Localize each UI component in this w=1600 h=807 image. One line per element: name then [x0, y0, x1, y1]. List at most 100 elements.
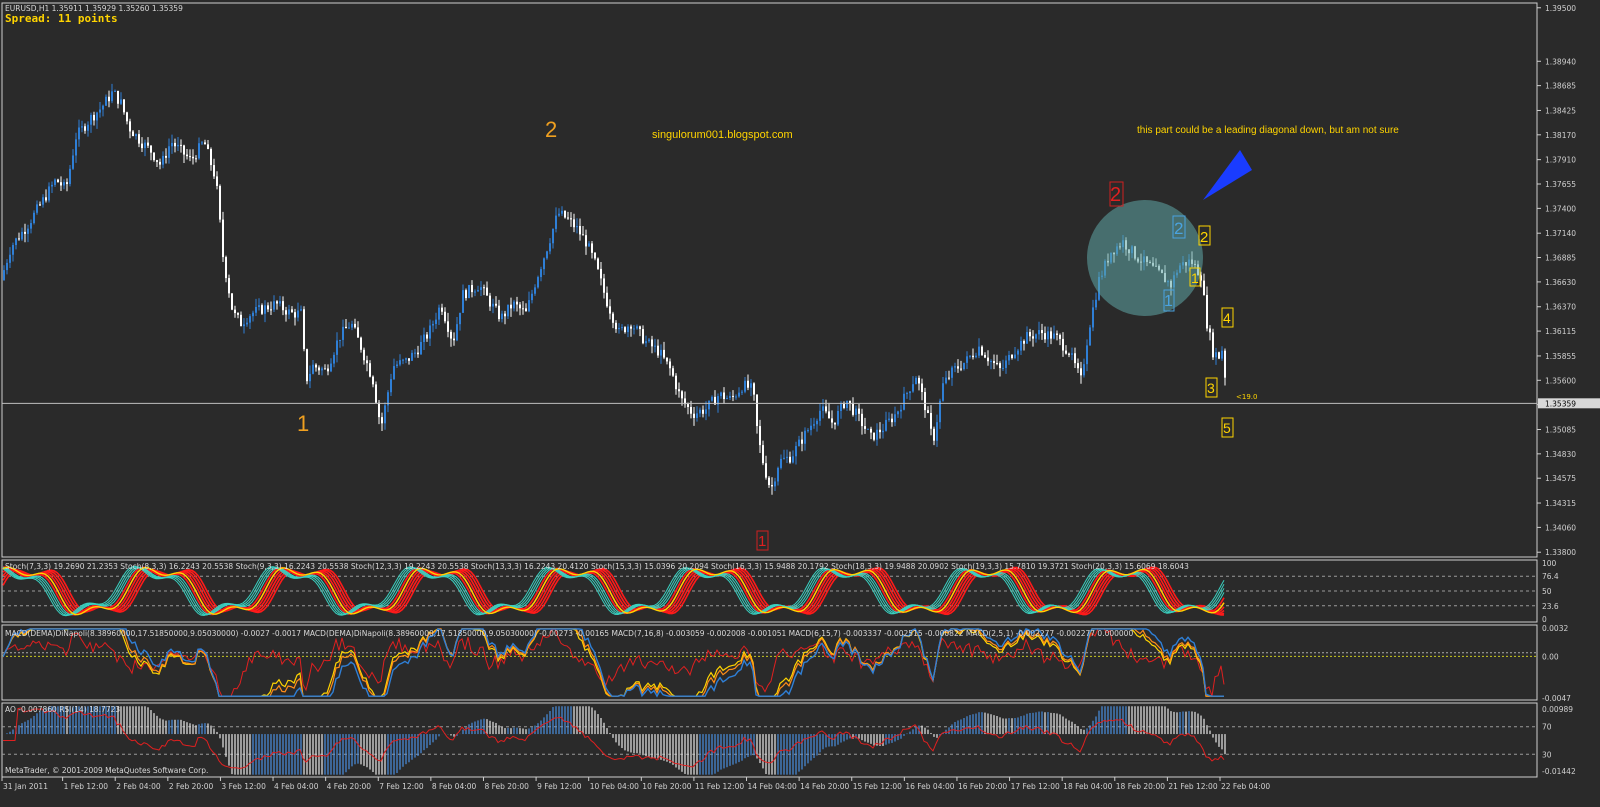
candle-body — [621, 327, 623, 329]
x-tick-label: 9 Feb 12:00 — [537, 782, 582, 791]
candle-body — [318, 367, 320, 371]
candle-body — [939, 400, 941, 423]
candle-body — [528, 300, 530, 312]
candle-body — [582, 234, 584, 236]
y-tick-label: 1.34060 — [1545, 523, 1576, 532]
candle-body — [657, 345, 659, 356]
candle-body — [912, 384, 914, 392]
candle-body — [162, 155, 164, 165]
candle-body — [693, 413, 695, 418]
candle-body — [828, 411, 830, 419]
candle-body — [672, 368, 674, 376]
candle-body — [345, 326, 347, 329]
candle-body — [234, 309, 236, 314]
candle-body — [444, 311, 446, 322]
candle-body — [630, 326, 632, 329]
candle-body — [567, 217, 569, 219]
candle-body — [1212, 332, 1214, 358]
candle-body — [744, 380, 746, 392]
candle-body — [108, 96, 110, 102]
candle-body — [750, 383, 752, 388]
candle-body — [531, 293, 533, 301]
trading-chart[interactable]: 1.39500 1.38940 1.38685 1.38425 1.38170 1.379… — [0, 0, 1600, 807]
candle-body — [804, 430, 806, 444]
candle-body — [1092, 307, 1094, 328]
candle-body — [27, 228, 29, 234]
candle-body — [825, 406, 827, 412]
svg-text:5: 5 — [1223, 420, 1231, 436]
candle-body — [363, 349, 365, 361]
y-tick-label: 1.38685 — [1545, 82, 1576, 91]
candle-body — [477, 290, 479, 292]
candle-body — [72, 155, 74, 169]
candle-body — [342, 326, 344, 340]
candle-body — [642, 329, 644, 344]
candle-body — [138, 134, 140, 144]
spread-label: Spread: 11 points — [5, 12, 118, 25]
candle-body — [417, 352, 419, 355]
candle-body — [858, 408, 860, 414]
wave-label-box-2-blue: 2 — [1172, 215, 1186, 239]
candle-body — [246, 322, 248, 325]
candle-body — [882, 430, 884, 433]
candle-body — [207, 144, 209, 149]
candle-body — [3, 270, 5, 280]
rsi-level-label: 70 — [1542, 723, 1552, 732]
candle-body — [228, 278, 230, 294]
candle-body — [168, 146, 170, 158]
candle-body — [396, 364, 398, 367]
candle-body — [543, 258, 545, 270]
y-tick-label: 1.37140 — [1545, 229, 1576, 238]
candle-body — [255, 307, 257, 313]
candle-body — [393, 366, 395, 380]
candle-body — [219, 185, 221, 220]
candle-body — [675, 375, 677, 390]
candle-body — [366, 360, 368, 364]
candle-body — [423, 334, 425, 342]
candle-body — [699, 409, 701, 414]
candle-body — [585, 235, 587, 247]
candle-body — [114, 90, 116, 92]
candle-body — [861, 413, 863, 427]
candle-body — [924, 392, 926, 411]
candle-body — [378, 402, 380, 418]
candlestick-series — [3, 83, 1226, 495]
candle-body — [111, 91, 113, 102]
candle-body — [897, 411, 899, 415]
candle-body — [354, 323, 356, 328]
candle-body — [822, 406, 824, 411]
candle-body — [690, 406, 692, 414]
candle-body — [831, 418, 833, 423]
candle-body — [810, 425, 812, 431]
candle-body — [285, 310, 287, 315]
candle-body — [813, 424, 815, 426]
candle-body — [603, 278, 605, 293]
macd-level-label: 0.0032 — [1542, 624, 1568, 633]
candle-body — [369, 363, 371, 377]
svg-text:2: 2 — [1200, 229, 1208, 246]
candle-body — [597, 258, 599, 269]
candle-body — [558, 213, 560, 216]
ao-rsi-panel — [2, 706, 1537, 775]
candle-body — [1077, 363, 1079, 369]
candle-body — [852, 403, 854, 415]
candle-body — [231, 293, 233, 310]
candle-body — [786, 456, 788, 458]
candle-body — [1215, 352, 1217, 358]
candle-body — [243, 324, 245, 327]
svg-text:3: 3 — [1207, 380, 1215, 396]
candle-body — [921, 383, 923, 393]
candle-body — [498, 305, 500, 320]
candle-body — [1041, 330, 1043, 334]
candle-body — [261, 305, 263, 314]
candle-body — [177, 144, 179, 147]
candle-body — [834, 422, 836, 425]
candle-body — [864, 426, 866, 429]
candle-body — [279, 301, 281, 304]
candle-body — [96, 112, 98, 121]
candle-body — [402, 359, 404, 361]
candle-body — [780, 458, 782, 468]
candle-body — [624, 327, 626, 333]
x-tick-label: 31 Jan 2011 — [3, 782, 48, 791]
candle-body — [903, 393, 905, 410]
